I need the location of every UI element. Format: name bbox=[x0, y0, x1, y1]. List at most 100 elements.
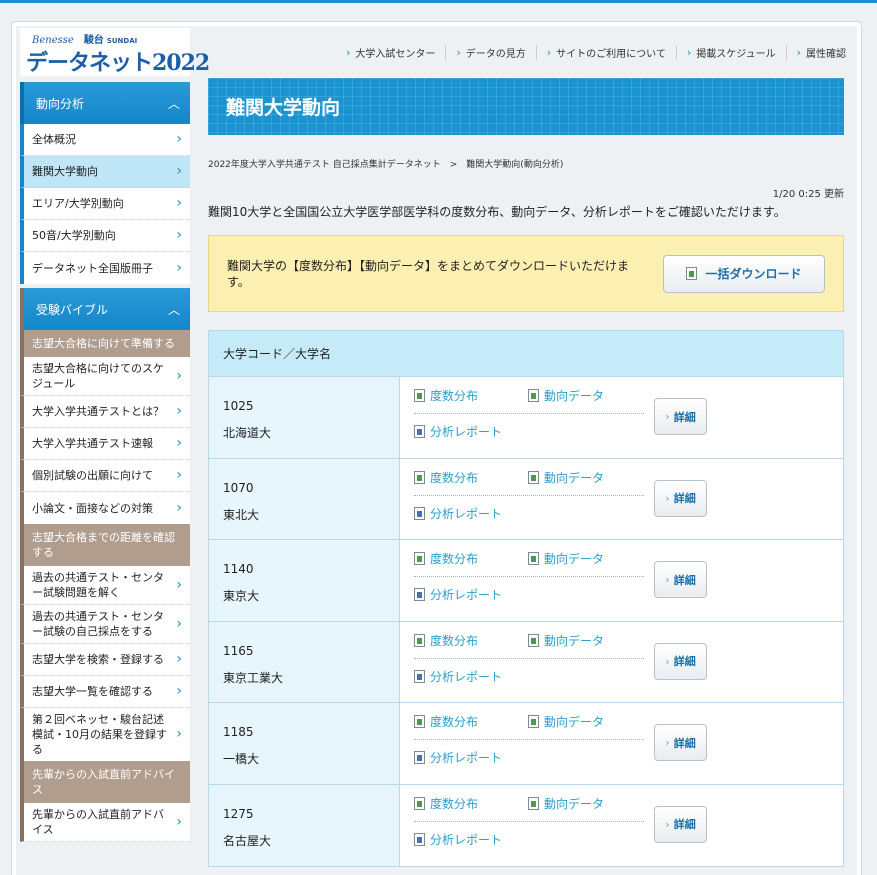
analysis-report-link[interactable]: 分析レポート bbox=[414, 505, 502, 522]
chevron-right-icon: › bbox=[176, 726, 182, 742]
intro-text: 難関10大学と全国国公立大学医学部医学科の度数分布、動向データ、分析レポートをご… bbox=[208, 205, 786, 219]
link-label: 分析レポート bbox=[430, 425, 503, 439]
detail-button[interactable]: › 詳細 bbox=[654, 805, 707, 843]
chevron-up-icon: ︿ bbox=[167, 302, 180, 317]
analysis-report-link[interactable]: 分析レポート bbox=[414, 831, 502, 848]
trend-data-link[interactable]: 動向データ bbox=[528, 795, 604, 812]
sundai-en-logo-text: SUNDAI bbox=[106, 37, 138, 45]
university-cell: 1070 東北大 bbox=[209, 458, 400, 539]
nav-link-schedule[interactable]: › 掲載スケジュール bbox=[675, 44, 786, 60]
sidebar-item-label: 難関大学動向 bbox=[32, 165, 98, 178]
excel-file-icon bbox=[528, 796, 539, 810]
trend-data-link[interactable]: 動向データ bbox=[528, 713, 604, 730]
sidebar-item-common-test[interactable]: 大学入学共通テストとは？ › bbox=[20, 396, 190, 428]
link-label: 度数分布 bbox=[430, 470, 479, 485]
divider bbox=[414, 657, 644, 659]
link-label: 分析レポート bbox=[430, 506, 503, 521]
sidebar-section-bible[interactable]: 受験バイブル ︿ bbox=[20, 288, 190, 330]
sidebar-item-self-score[interactable]: 過去の共通テスト・センター試験の自己採点をする › bbox=[20, 605, 190, 644]
excel-file-icon bbox=[414, 715, 425, 728]
divider bbox=[414, 820, 644, 822]
frequency-distribution-link[interactable]: 度数分布 bbox=[414, 469, 478, 486]
chevron-right-icon: › bbox=[176, 195, 182, 211]
bulk-download-button[interactable]: 一括ダウンロード bbox=[663, 254, 825, 293]
sidebar: 動向分析 ︿ 全体概況 › 難関大学動向 › エリア/大学別動向 › 50音/大学別動… bbox=[20, 82, 190, 842]
chevron-right-icon: › bbox=[686, 45, 692, 59]
sidebar-category: 志望大合格に向けて準備する bbox=[20, 330, 190, 357]
university-code: 1275 bbox=[223, 806, 254, 821]
link-label: 度数分布 bbox=[430, 633, 479, 648]
top-navigation: › 大学入試センター › データの見方 › サイトのご利用について › 掲載スケジュール… bbox=[206, 42, 856, 62]
sidebar-item-overview[interactable]: 全体概況 › bbox=[20, 124, 190, 156]
nav-label: 大学入試センター bbox=[355, 48, 436, 60]
trend-data-link[interactable]: 動向データ bbox=[528, 550, 604, 567]
university-name: 東京工業大 bbox=[223, 670, 284, 685]
university-name: 東北大 bbox=[223, 507, 260, 522]
university-cell: 1275 名古屋大 bbox=[209, 784, 400, 866]
chevron-right-icon: › bbox=[176, 227, 182, 243]
trend-data-link[interactable]: 動向データ bbox=[528, 632, 604, 649]
analysis-report-link[interactable]: 分析レポート bbox=[414, 586, 502, 603]
detail-label: 詳細 bbox=[673, 818, 696, 831]
sidebar-item-advice[interactable]: 先輩からの入試直前アドバイス › bbox=[20, 803, 190, 842]
frequency-distribution-link[interactable]: 度数分布 bbox=[414, 632, 478, 649]
sidebar-item-search[interactable]: 志望大学を検索・登録する › bbox=[20, 644, 190, 676]
sidebar-item-essay[interactable]: 小論文・面接などの対策 › bbox=[20, 492, 190, 524]
nav-link-attribute[interactable]: › 属性確認 bbox=[785, 44, 856, 60]
chevron-right-icon: › bbox=[665, 573, 670, 586]
detail-button[interactable]: › 詳細 bbox=[654, 561, 707, 598]
excel-file-icon bbox=[414, 796, 425, 810]
chevron-right-icon: › bbox=[176, 403, 182, 419]
trend-data-link[interactable]: 動向データ bbox=[528, 469, 604, 486]
chevron-right-icon: › bbox=[796, 45, 801, 59]
table-header: 大学コード／大学名 bbox=[209, 331, 843, 377]
chevron-right-icon: › bbox=[176, 683, 182, 699]
chevron-right-icon: › bbox=[665, 817, 670, 831]
frequency-distribution-link[interactable]: 度数分布 bbox=[414, 550, 478, 567]
link-label: 動向データ bbox=[544, 633, 605, 648]
sidebar-category: 志望大合格までの距離を確認する bbox=[20, 524, 190, 566]
trend-data-link[interactable]: 動向データ bbox=[528, 387, 604, 404]
sidebar-item-application[interactable]: 個別試験の出願に向けて › bbox=[20, 460, 190, 492]
sidebar-item-test-news[interactable]: 大学入学共通テスト速報 › bbox=[20, 428, 190, 460]
chevron-right-icon: › bbox=[665, 491, 670, 505]
chevron-right-icon: › bbox=[176, 259, 182, 276]
analysis-report-link[interactable]: 分析レポート bbox=[414, 668, 502, 685]
frequency-distribution-link[interactable]: 度数分布 bbox=[414, 713, 478, 730]
detail-button[interactable]: › 詳細 bbox=[654, 724, 707, 761]
sidebar-item-area[interactable]: エリア/大学別動向 › bbox=[20, 188, 190, 220]
nav-label: サイトのご利用について bbox=[556, 48, 666, 60]
sidebar-category: 先輩からの入試直前アドバイス bbox=[20, 761, 190, 803]
sidebar-item-booklet[interactable]: データネット全国版冊子 › bbox=[20, 252, 190, 284]
site-title: データネット2022 bbox=[26, 50, 210, 76]
analysis-report-link[interactable]: 分析レポート bbox=[414, 749, 502, 766]
sidebar-item-kana[interactable]: 50音/大学別動向 › bbox=[20, 220, 190, 252]
sidebar-item-label: 志望大学を検索・登録する bbox=[32, 653, 164, 666]
excel-file-icon bbox=[414, 633, 425, 647]
sidebar-item-schedule[interactable]: 志望大合格に向けてのスケジュール › bbox=[20, 357, 190, 396]
nav-link-data-guide[interactable]: › データの見方 bbox=[445, 44, 535, 60]
nav-link-site-usage[interactable]: › サイトのご利用について bbox=[535, 44, 676, 60]
detail-button[interactable]: › 詳細 bbox=[654, 642, 707, 680]
analysis-report-link[interactable]: 分析レポート bbox=[414, 423, 502, 440]
sidebar-section-trend[interactable]: 動向分析 ︿ bbox=[20, 82, 190, 124]
sidebar-item-top-univ[interactable]: 難関大学動向 › bbox=[20, 156, 190, 188]
sidebar-item-label: 志望大学一覧を確認する bbox=[32, 685, 153, 698]
nav-label: 掲載スケジュール bbox=[696, 48, 776, 60]
sidebar-item-list[interactable]: 志望大学一覧を確認する › bbox=[20, 676, 190, 708]
sidebar-item-label: エリア/大学別動向 bbox=[32, 197, 124, 210]
link-label: 度数分布 bbox=[430, 715, 479, 729]
nav-link-center[interactable]: › 大学入試センター bbox=[336, 45, 445, 60]
frequency-distribution-link[interactable]: 度数分布 bbox=[414, 795, 478, 812]
site-logo[interactable]: Benesse 駿台 SUNDAI データネット2022 bbox=[20, 28, 210, 76]
detail-button[interactable]: › 詳細 bbox=[654, 479, 707, 517]
sidebar-item-past-tests[interactable]: 過去の共通テスト・センター試験問題を解く › bbox=[20, 566, 190, 605]
frequency-distribution-link[interactable]: 度数分布 bbox=[414, 387, 478, 404]
pdf-file-icon bbox=[414, 751, 425, 764]
sidebar-item-register-results[interactable]: 第２回ベネッセ・駿台記述模試・10月の結果を登録する › bbox=[20, 708, 190, 761]
sidebar-item-label: データネット全国版冊子 bbox=[32, 261, 153, 275]
links-cell: 度数分布 動向データ 分析レポート › 詳細 bbox=[400, 377, 843, 458]
university-code: 1070 bbox=[223, 480, 254, 495]
link-label: 動向データ bbox=[544, 552, 605, 566]
detail-button[interactable]: › 詳細 bbox=[654, 398, 707, 435]
